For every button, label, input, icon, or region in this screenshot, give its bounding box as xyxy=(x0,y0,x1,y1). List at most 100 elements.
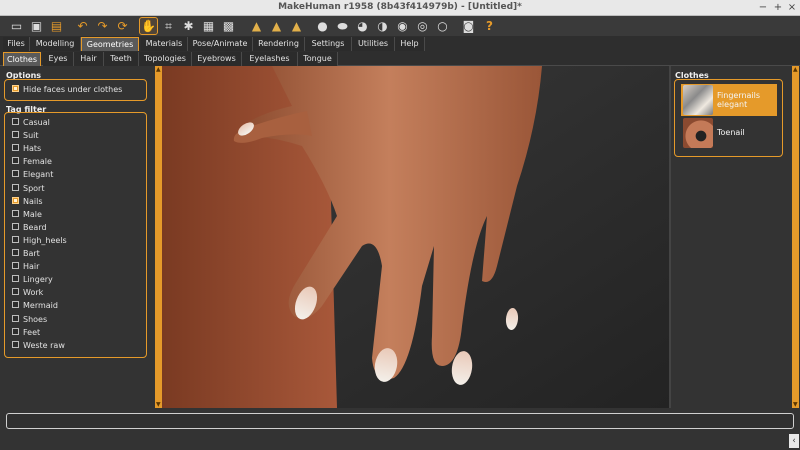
pose-icon[interactable]: ✋ xyxy=(139,17,158,35)
tag-check-box[interactable] xyxy=(12,314,19,322)
tag-checkbox-suit[interactable]: Suit xyxy=(12,131,39,141)
tab-eyebrows[interactable]: Eyebrows xyxy=(192,52,242,66)
body-icon[interactable]: ◕ xyxy=(354,18,371,34)
chevron-left-icon[interactable]: ‹ xyxy=(789,434,799,448)
tag-checkbox-work[interactable]: Work xyxy=(12,288,43,298)
top-view-icon[interactable]: ◉ xyxy=(394,18,411,34)
grid-icon[interactable]: ▦ xyxy=(200,18,217,34)
camera-icon[interactable]: ◙ xyxy=(460,18,477,34)
clothes-item-line2: elegant xyxy=(717,100,748,109)
tag-checkbox-beard[interactable]: Beard xyxy=(12,222,47,233)
reset-camera-icon[interactable]: ◎ xyxy=(414,18,431,34)
tag-checkbox-hats[interactable]: Hats xyxy=(12,144,41,154)
tag-checkbox-mermaid[interactable]: Mermaid xyxy=(12,301,58,311)
tab-geometries[interactable]: Geometries xyxy=(81,37,139,51)
tab-modelling[interactable]: Modelling xyxy=(30,37,81,51)
options-group: Hide faces under clothes xyxy=(4,79,147,101)
slider-down-icon[interactable]: ▼ xyxy=(156,401,161,408)
tag-checkbox-shoes[interactable]: Shoes xyxy=(12,314,47,325)
tag-check-box[interactable] xyxy=(12,196,19,204)
tab-settings[interactable]: Settings xyxy=(305,37,352,51)
reset-icon[interactable]: ⟳ xyxy=(114,18,131,34)
tag-checkbox-weste-raw[interactable]: Weste raw xyxy=(12,340,65,351)
right-panel-scrollbar[interactable]: ▲ ▼ xyxy=(792,66,799,408)
makehuman-window: MakeHuman r1958 (8b43f414979b) - [Untitl… xyxy=(0,0,800,450)
tag-label: Mermaid xyxy=(23,301,58,311)
title-bar: MakeHuman r1958 (8b43f414979b) - [Untitl… xyxy=(0,0,800,16)
tab-eyes[interactable]: Eyes xyxy=(43,52,74,66)
scroll-down-icon[interactable]: ▼ xyxy=(793,401,798,408)
help-icon[interactable]: ? xyxy=(481,18,498,34)
tab-rendering[interactable]: Rendering xyxy=(253,37,305,51)
tag-check-box[interactable] xyxy=(12,288,19,296)
scroll-up-icon[interactable]: ▲ xyxy=(793,66,798,73)
tag-check-box[interactable] xyxy=(12,131,19,139)
tab-materials[interactable]: Materials xyxy=(141,37,188,51)
side-view-icon[interactable]: ▲ xyxy=(268,18,285,34)
maximize-button[interactable]: + xyxy=(772,1,784,14)
head-icon[interactable]: ● xyxy=(314,18,331,34)
tag-checkbox-high-heels[interactable]: High_heels xyxy=(12,235,67,246)
body-side-icon[interactable]: ◑ xyxy=(374,18,391,34)
tag-check-box[interactable] xyxy=(12,235,19,243)
sub-tab-bar: Clothes Eyes Hair Teeth Topologies Eyebr… xyxy=(0,51,800,66)
clothes-item-fingernails-elegant[interactable]: Fingernails elegant xyxy=(681,84,777,116)
tag-checkbox-female[interactable]: Female xyxy=(12,157,52,167)
minimize-button[interactable]: − xyxy=(757,1,769,14)
undo-icon[interactable]: ↶ xyxy=(74,18,91,34)
tab-pose-animate[interactable]: Pose/Animate xyxy=(188,37,253,51)
tag-checkbox-casual[interactable]: Casual xyxy=(12,118,50,128)
hide-faces-checkbox[interactable]: Hide faces under clothes xyxy=(12,85,122,95)
hide-faces-check-box[interactable] xyxy=(12,85,19,92)
tag-check-box[interactable] xyxy=(12,249,19,256)
checker-icon[interactable]: ▩ xyxy=(220,18,237,34)
tag-checkbox-nails[interactable]: Nails xyxy=(12,196,43,207)
tag-check-box[interactable] xyxy=(12,118,19,125)
tag-checkbox-male[interactable]: Male xyxy=(12,209,42,220)
toggle-smooth-icon[interactable]: ▭ xyxy=(8,18,25,34)
close-button[interactable]: × xyxy=(786,1,798,14)
front-view-icon[interactable]: ▲ xyxy=(248,18,265,34)
tab-files[interactable]: Files xyxy=(3,37,30,51)
slider-up-icon[interactable]: ▲ xyxy=(156,66,161,73)
tag-checkbox-lingery[interactable]: Lingery xyxy=(12,275,53,285)
tag-check-box[interactable] xyxy=(12,275,19,283)
tag-checkbox-elegant[interactable]: Elegant xyxy=(12,170,53,180)
tag-check-box[interactable] xyxy=(12,301,19,309)
main-tab-bar: Files Modelling Geometries Materials Pos… xyxy=(0,36,800,51)
tab-teeth[interactable]: Teeth xyxy=(104,52,139,66)
tab-help[interactable]: Help xyxy=(395,37,425,51)
tab-clothes[interactable]: Clothes xyxy=(3,52,41,66)
tag-check-box[interactable] xyxy=(12,170,19,178)
tag-check-box[interactable] xyxy=(12,262,19,270)
tag-check-box[interactable] xyxy=(12,327,19,335)
tag-checkbox-sport[interactable]: Sport xyxy=(12,183,45,194)
tag-label: Sport xyxy=(23,183,45,193)
tag-check-box[interactable] xyxy=(12,222,19,230)
3d-viewport[interactable] xyxy=(162,66,669,408)
wireframe-icon[interactable]: ⌗ xyxy=(160,18,177,34)
tab-tongue[interactable]: Tongue xyxy=(298,52,338,66)
tab-topologies[interactable]: Topologies xyxy=(139,52,192,66)
head-side-icon[interactable]: ⬬ xyxy=(334,18,351,34)
tab-eyelashes[interactable]: Eyelashes xyxy=(242,52,298,66)
tab-utilities[interactable]: Utilities xyxy=(352,37,395,51)
save-icon[interactable]: ▣ xyxy=(28,18,45,34)
back-view-icon[interactable]: ▲ xyxy=(288,18,305,34)
tag-checkbox-feet[interactable]: Feet xyxy=(12,327,40,338)
tag-checkbox-bart[interactable]: Bart xyxy=(12,249,40,259)
tag-check-box[interactable] xyxy=(12,144,19,152)
clothes-item-toenail[interactable]: Toenail xyxy=(681,117,777,149)
tag-check-box[interactable] xyxy=(12,157,19,165)
skeleton-icon[interactable]: ✱ xyxy=(180,18,197,34)
tag-checkbox-hair[interactable]: Hair xyxy=(12,262,39,272)
tab-hair[interactable]: Hair xyxy=(74,52,104,66)
tag-check-box[interactable] xyxy=(12,183,19,191)
redo-icon[interactable]: ↷ xyxy=(94,18,111,34)
load-icon[interactable]: ▤ xyxy=(48,18,65,34)
tag-check-box[interactable] xyxy=(12,209,19,217)
screenshot-icon[interactable]: ○ xyxy=(434,18,451,34)
tag-check-box[interactable] xyxy=(12,340,19,348)
toenail-thumbnail xyxy=(683,118,713,148)
viewport-left-slider[interactable]: ▲ ▼ xyxy=(155,66,162,408)
